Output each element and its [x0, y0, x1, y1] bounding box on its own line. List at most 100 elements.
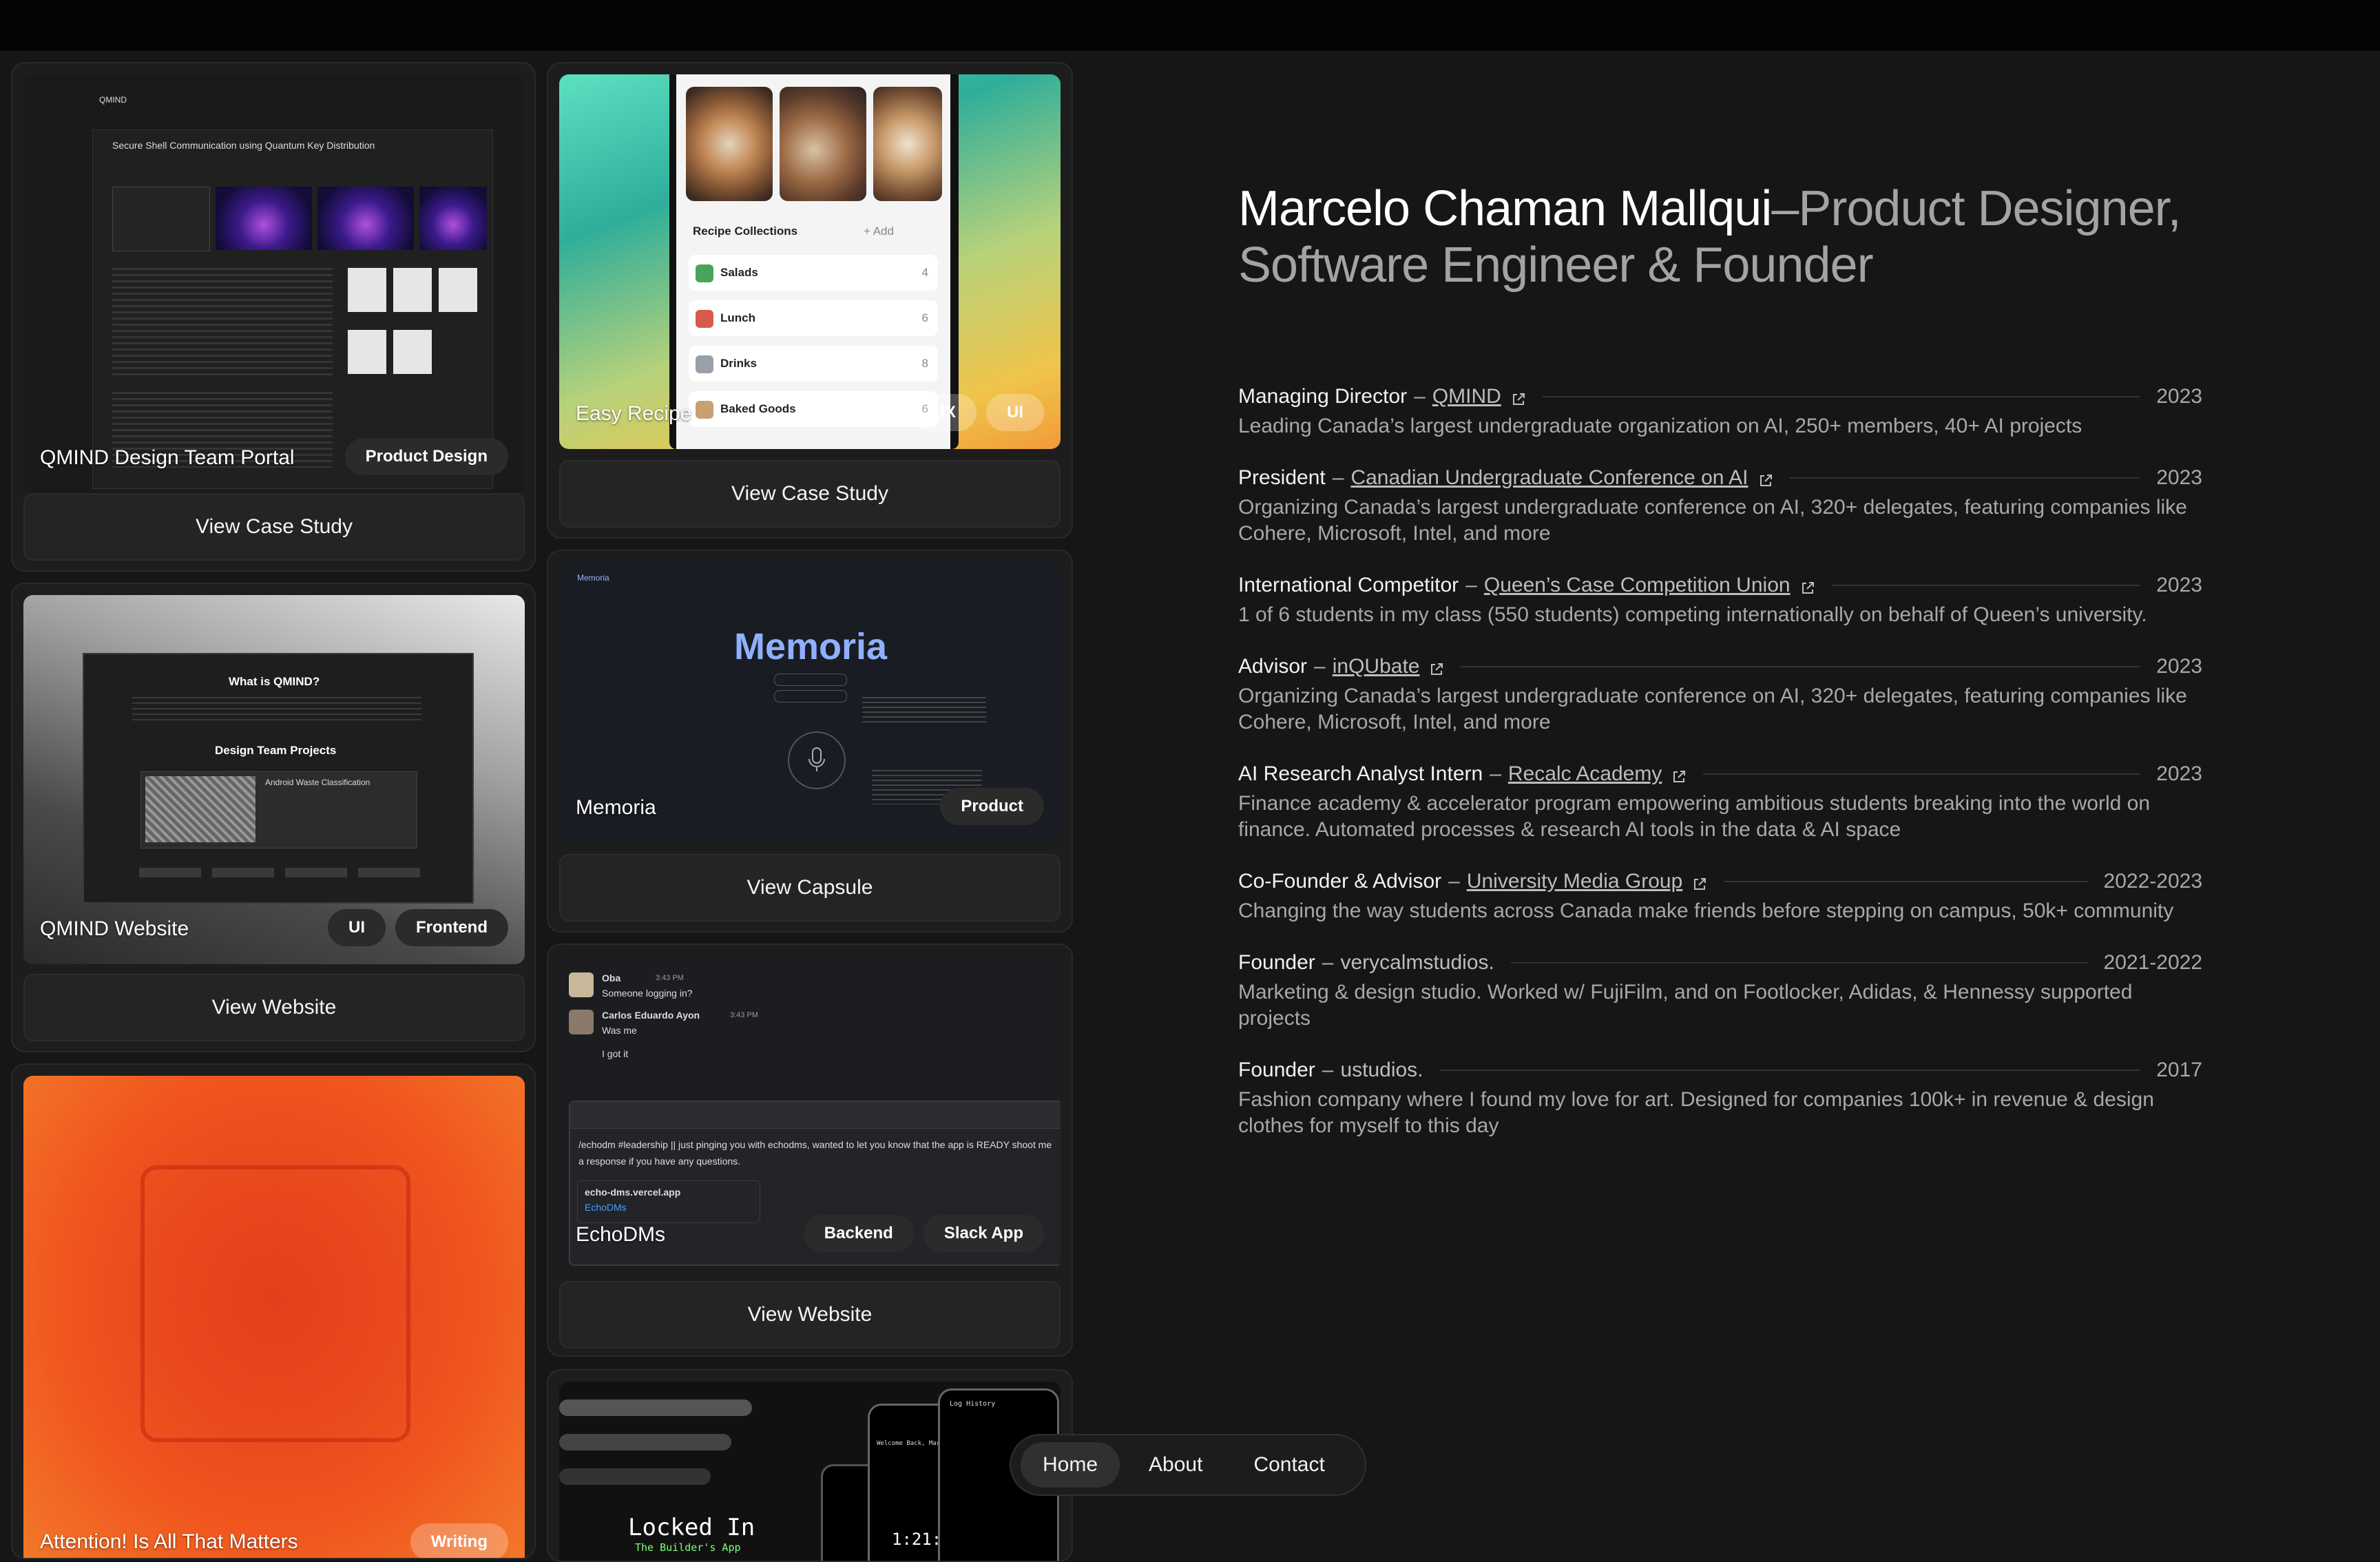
mock-avatar	[393, 268, 432, 312]
experience-description: 1 of 6 students in my class (550 student…	[1238, 603, 2147, 626]
mock-brand: Memoria	[577, 573, 609, 583]
external-link-icon[interactable]	[1671, 767, 1687, 782]
experience-org[interactable]: QMIND	[1432, 385, 1501, 408]
tag: Frontend	[395, 909, 508, 946]
experience-description: Marketing & design studio. Worked w/ Fuj…	[1238, 981, 2133, 1030]
project-title: QMIND Website	[40, 917, 189, 940]
separator: –	[1490, 762, 1501, 785]
format-toolbar	[570, 1102, 1061, 1129]
project-card-locked-in: Locked In The Builder's App Welcome Back…	[547, 1369, 1073, 1562]
experience-year: 2022-2023	[2103, 870, 2202, 893]
add-collection-button[interactable]: + Add	[864, 225, 894, 238]
mock-navbar: QMIND	[85, 95, 499, 109]
experience-year: 2021-2022	[2103, 951, 2202, 974]
memoria-logo: Memoria	[734, 626, 888, 667]
experience-org[interactable]: Recalc Academy	[1508, 762, 1662, 786]
external-link-icon[interactable]	[1800, 578, 1815, 594]
food-image	[780, 87, 866, 201]
project-thumbnail[interactable]: Attention! Is All That Matters Writing	[23, 1076, 525, 1558]
experience-item: International Competitor – Queen’s Case Co…	[1238, 572, 2202, 628]
mock-image	[216, 187, 312, 250]
mock-heading: What is QMIND?	[229, 675, 320, 688]
experience-year: 2023	[2156, 762, 2202, 785]
mock-button	[774, 690, 847, 702]
mock-avatar	[348, 268, 386, 312]
project-title: Memoria	[576, 796, 656, 819]
nav-contact[interactable]: Contact	[1231, 1442, 1346, 1488]
experience-role: AI Research Analyst Intern	[1238, 762, 1483, 785]
collections-heading: Recipe Collections	[693, 225, 798, 238]
recipe-item-label: Baked Goods	[720, 402, 796, 415]
message-author: Carlos Eduardo Ayon	[602, 1010, 700, 1021]
experience-org[interactable]: University Media Group	[1467, 870, 1682, 893]
tag: UI	[986, 394, 1044, 431]
composer-text: /echodm #leadership || just pinging you …	[578, 1139, 1052, 1167]
recipe-item[interactable]: Baked Goods 6	[689, 391, 938, 427]
divider	[1439, 1070, 2140, 1071]
experience-org: ustudios.	[1340, 1059, 1423, 1081]
experience-item: President – Canadian Undergraduate Confere…	[1238, 464, 2202, 547]
experience-org[interactable]: inQUbate	[1333, 655, 1420, 678]
mock-page: Secure Shell Communication using Quantum…	[92, 129, 493, 489]
project-title: QMIND Design Team Portal	[40, 446, 295, 469]
experience-org[interactable]: Queen’s Case Competition Union	[1484, 574, 1791, 597]
recipe-item[interactable]: Salads 4	[689, 255, 938, 291]
project-thumbnail[interactable]: Recipe Collections + Add Salads 4 Lunch …	[559, 74, 1061, 449]
nav-home[interactable]: Home	[1021, 1442, 1120, 1488]
external-link-icon[interactable]	[1429, 659, 1444, 675]
tag-list: Backend Slack App	[803, 1215, 1044, 1252]
tag: Slack App	[923, 1215, 1044, 1252]
microphone-icon	[788, 731, 846, 789]
view-website-button[interactable]: View Website	[23, 974, 525, 1041]
external-link-icon[interactable]	[1511, 389, 1526, 405]
tag: Backend	[803, 1215, 914, 1252]
view-capsule-button[interactable]: View Capsule	[559, 854, 1061, 921]
view-case-study-button[interactable]: View Case Study	[559, 460, 1061, 528]
project-card-attention: Attention! Is All That Matters Writing	[11, 1063, 536, 1559]
external-link-icon[interactable]	[1758, 470, 1773, 486]
loading-bar	[559, 1434, 731, 1450]
divider	[1724, 881, 2087, 882]
mock-text-block	[132, 697, 421, 725]
food-image	[686, 87, 773, 201]
recipe-item[interactable]: Drinks 8	[689, 346, 938, 382]
view-website-button[interactable]: View Website	[559, 1281, 1061, 1348]
mock-project-card: Android Waste Classification	[140, 771, 417, 848]
link-title: EchoDMs	[585, 1202, 627, 1213]
painted-square	[140, 1165, 410, 1442]
project-thumbnail[interactable]: Locked In The Builder's App Welcome Back…	[559, 1382, 1061, 1561]
nav-about[interactable]: About	[1127, 1442, 1224, 1488]
project-thumbnail[interactable]: QMIND Secure Shell Communication using Q…	[23, 74, 525, 493]
app-subtitle: The Builder's App	[635, 1541, 741, 1554]
experience-year: 2017	[2156, 1059, 2202, 1081]
recipe-item[interactable]: Lunch 6	[689, 300, 938, 336]
experience-org: verycalmstudios.	[1340, 951, 1494, 974]
project-card-qmind-portal: QMIND Secure Shell Communication using Q…	[11, 62, 536, 572]
log-history-label: Log History	[950, 1400, 996, 1408]
drinks-icon	[696, 355, 713, 373]
experience-item: Founder – ustudios. 2017 Fashion company whe…	[1238, 1056, 2202, 1139]
experience-year: 2023	[2156, 655, 2202, 678]
recipe-item-label: Drinks	[720, 357, 757, 370]
mock-avatar	[348, 330, 386, 374]
project-card-easy-recipe: Recipe Collections + Add Salads 4 Lunch …	[547, 62, 1073, 539]
project-thumbnail[interactable]: What is QMIND? Design Team Projects Andr…	[23, 595, 525, 964]
experience-description: Organizing Canada’s largest undergraduat…	[1238, 685, 2187, 733]
separator: –	[1332, 466, 1344, 489]
food-image	[873, 87, 942, 201]
experience-role: International Competitor	[1238, 574, 1459, 596]
external-link-icon[interactable]	[1692, 874, 1707, 890]
project-thumbnail[interactable]: Memoria Memoria Memoria Product	[559, 562, 1061, 843]
message-text: Someone logging in?	[602, 988, 693, 999]
phone-screen: Recipe Collections + Add Salads 4 Lunch …	[676, 74, 950, 449]
view-case-study-button[interactable]: View Case Study	[23, 493, 525, 561]
experience-org[interactable]: Canadian Undergraduate Conference on AI	[1350, 466, 1748, 490]
project-card-qmind-website: What is QMIND? Design Team Projects Andr…	[11, 583, 536, 1052]
recipe-item-count: 6	[921, 311, 928, 324]
loading-bar	[559, 1468, 711, 1485]
project-card-echodms: Oba 3:43 PM Someone logging in? Carlos E…	[547, 944, 1073, 1357]
project-card-memoria: Memoria Memoria Memoria Product View Cap…	[547, 550, 1073, 933]
experience-item: Managing Director – QMIND 2023 Leading Canad…	[1238, 383, 2202, 439]
project-thumbnail[interactable]: Oba 3:43 PM Someone logging in? Carlos E…	[559, 956, 1061, 1270]
experience-description: Fashion company where I found my love fo…	[1238, 1088, 2154, 1137]
